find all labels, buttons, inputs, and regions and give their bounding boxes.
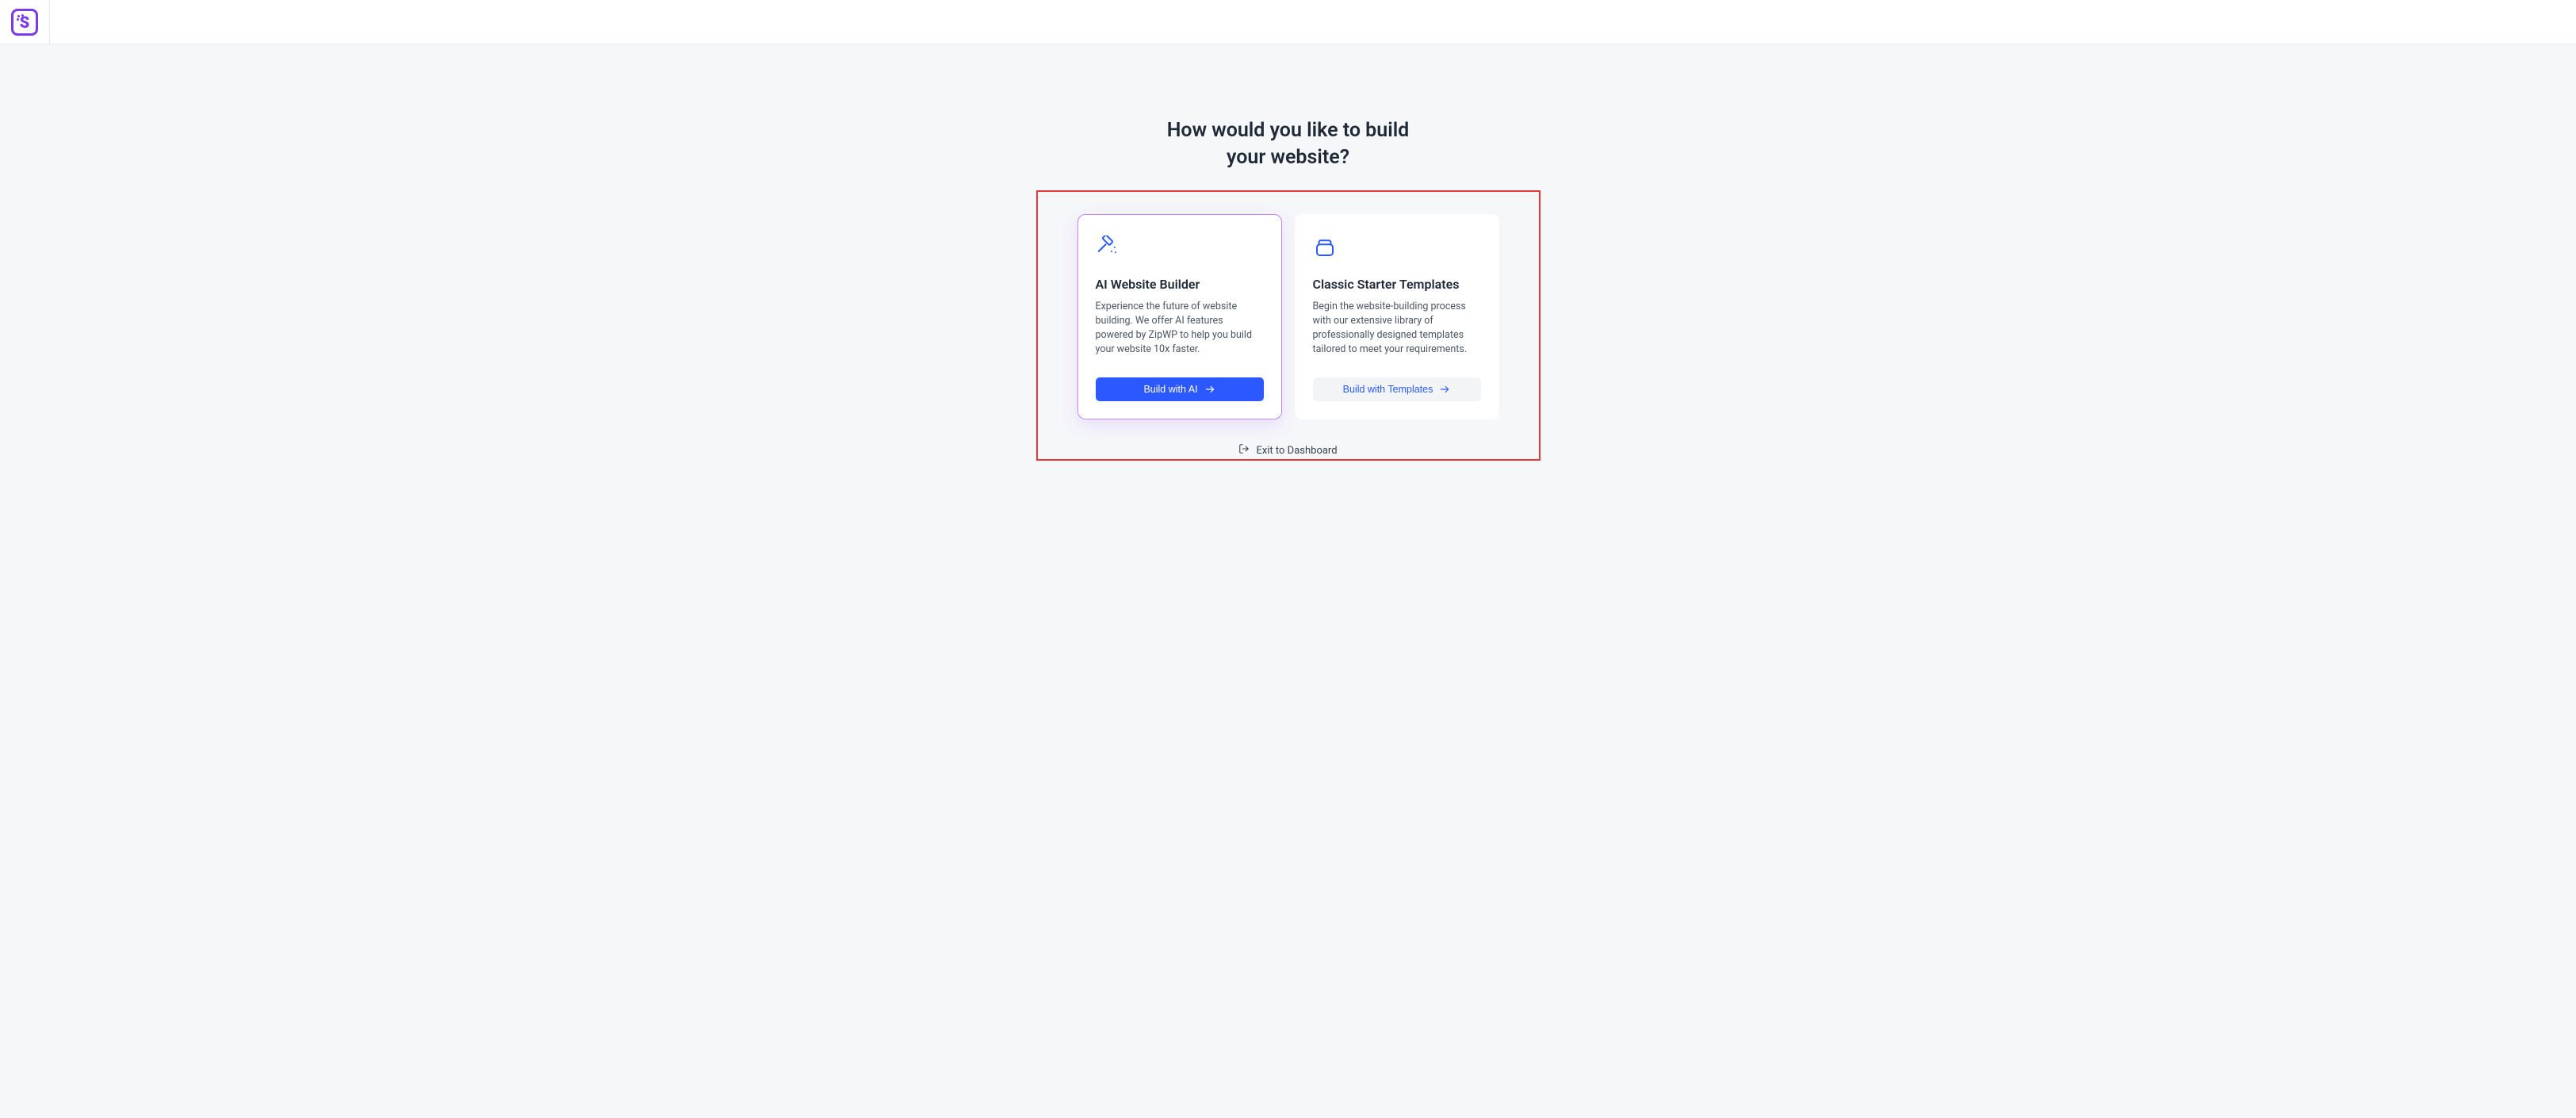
logo-sparkle-icon <box>17 15 20 17</box>
page-content: How would you like to build your website… <box>892 44 1685 461</box>
top-bar: S <box>0 0 2576 44</box>
card-classic-description: Begin the website-building process with … <box>1313 300 1481 358</box>
heading-line-1: How would you like to build <box>1167 119 1410 142</box>
card-classic-templates[interactable]: Classic Starter Templates Begin the webs… <box>1295 214 1499 420</box>
build-with-templates-label: Build with Templates <box>1343 384 1433 395</box>
logo-sparkle-icon <box>21 14 24 17</box>
build-with-ai-button[interactable]: Build with AI <box>1096 377 1264 401</box>
heading-line-2: your website? <box>1227 146 1349 169</box>
exit-icon <box>1238 443 1250 458</box>
exit-label: Exit to Dashboard <box>1256 445 1337 457</box>
card-ai-title: AI Website Builder <box>1096 277 1264 292</box>
options-highlight-box: AI Website Builder Experience the future… <box>1036 190 1541 461</box>
app-logo[interactable]: S <box>11 9 38 36</box>
logo-container: S <box>0 0 50 44</box>
logo-sparkle-icon <box>17 18 19 21</box>
logo-letter: S <box>20 14 30 30</box>
option-cards-row: AI Website Builder Experience the future… <box>1060 214 1517 420</box>
card-ai-builder[interactable]: AI Website Builder Experience the future… <box>1077 214 1282 420</box>
box-stack-icon <box>1313 235 1481 262</box>
card-classic-title: Classic Starter Templates <box>1313 277 1481 292</box>
build-with-templates-button[interactable]: Build with Templates <box>1313 377 1481 401</box>
magic-wand-icon <box>1096 235 1264 262</box>
arrow-right-icon <box>1439 384 1450 395</box>
exit-to-dashboard-link[interactable]: Exit to Dashboard <box>1238 443 1337 459</box>
card-ai-description: Experience the future of website buildin… <box>1096 300 1264 358</box>
page-heading: How would you like to build your website… <box>892 117 1685 171</box>
arrow-right-icon <box>1204 384 1215 395</box>
build-with-ai-label: Build with AI <box>1143 384 1197 395</box>
